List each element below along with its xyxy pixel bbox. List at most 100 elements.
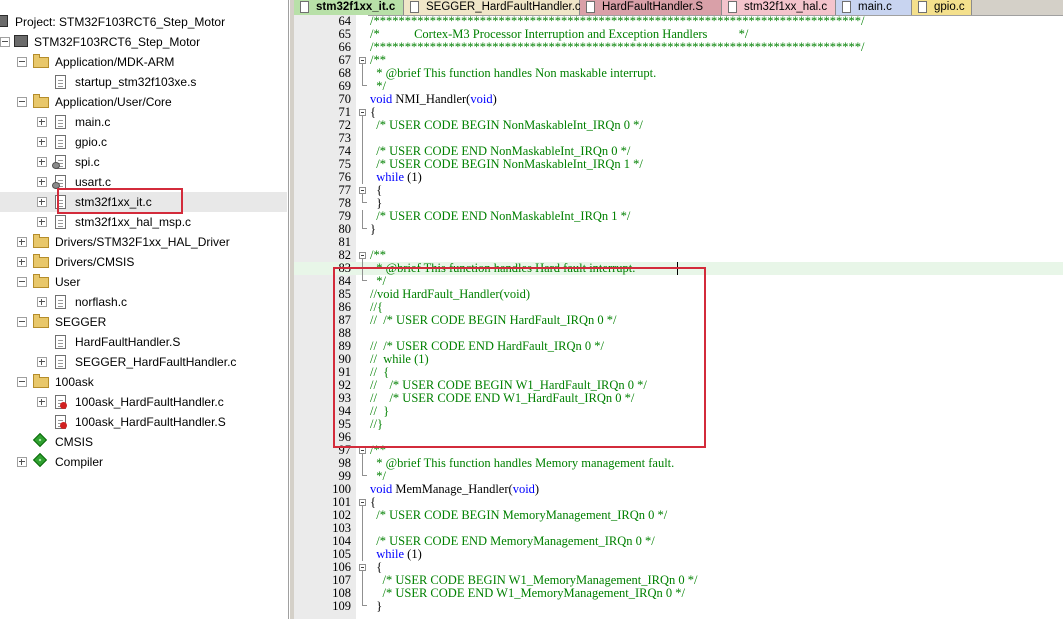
code-comment: //void HardFault_Handler(void) <box>370 287 531 301</box>
fold-collapse-icon[interactable] <box>359 252 366 259</box>
code-line: 87// /* USER CODE BEGIN HardFault_IRQn 0… <box>294 314 1063 327</box>
expand-icon[interactable] <box>37 117 47 127</box>
code-line: 80} <box>294 223 1063 236</box>
expand-icon[interactable] <box>37 217 47 227</box>
expand-icon[interactable] <box>37 137 47 147</box>
editor-tab-bar: stm32f1xx_it.c SEGGER_HardFaultHandler.c H… <box>294 0 1063 16</box>
tree-file-label: stm32f1xx_hal_msp.c <box>75 215 192 229</box>
file-icon <box>55 295 66 309</box>
code-token: } <box>370 222 376 236</box>
code-keyword: void <box>370 92 393 106</box>
code-token: } <box>370 196 383 210</box>
code-area[interactable]: 64/*************************************… <box>294 15 1063 619</box>
tree-group-label: 100ask <box>55 375 94 389</box>
tree-file-label: 100ask_HardFaultHandler.S <box>75 415 226 429</box>
code-comment: /* USER CODE BEGIN MemoryManagement_IRQn… <box>370 508 668 522</box>
code-line: 77 { <box>294 184 1063 197</box>
editor-tab-label: gpio.c <box>934 1 965 13</box>
fold-guide <box>362 574 363 587</box>
code-token: { <box>370 183 383 197</box>
expand-icon[interactable] <box>37 197 47 207</box>
expand-icon[interactable] <box>17 457 27 467</box>
fold-guide <box>362 158 363 171</box>
tree-file-label: stm32f1xx_it.c <box>75 195 152 209</box>
code-token: MemManage_Handler( <box>392 482 513 496</box>
fold-guide <box>362 132 363 145</box>
code-comment: /* USER CODE END NonMaskableInt_IRQn 1 *… <box>370 209 631 223</box>
code-comment: /* USER CODE BEGIN W1_MemoryManagement_I… <box>370 573 698 587</box>
code-editor[interactable]: stm32f1xx_it.c SEGGER_HardFaultHandler.c H… <box>294 0 1063 619</box>
expand-icon[interactable] <box>17 257 27 267</box>
expand-icon[interactable] <box>37 157 47 167</box>
code-line: 100 void MemManage_Handler(void) <box>294 483 1063 496</box>
tree-file-label: norflash.c <box>75 295 128 309</box>
fold-collapse-icon[interactable] <box>359 564 366 571</box>
code-line: 81 <box>294 236 1063 249</box>
code-token: (1) <box>404 170 422 184</box>
fold-collapse-icon[interactable] <box>359 447 366 454</box>
fold-guide <box>362 535 363 548</box>
folder-icon <box>33 374 49 388</box>
fold-collapse-icon[interactable] <box>359 57 366 64</box>
code-token: { <box>370 105 376 119</box>
fold-collapse-icon[interactable] <box>359 499 366 506</box>
code-line: 66/*************************************… <box>294 41 1063 54</box>
code-line: 85//void HardFault_Handler(void) <box>294 288 1063 301</box>
tree-file-label: usart.c <box>75 175 112 189</box>
file-icon <box>586 1 595 13</box>
editor-tab[interactable]: HardFaultHandler.S <box>580 0 722 15</box>
editor-tab-label: main.c <box>858 1 892 13</box>
editor-tab[interactable]: main.c <box>836 0 912 15</box>
collapse-icon[interactable] <box>17 317 27 327</box>
expand-icon[interactable] <box>37 397 47 407</box>
editor-tab[interactable]: SEGGER_HardFaultHandler.c <box>404 0 581 15</box>
code-comment: /* USER CODE END NonMaskableInt_IRQn 0 *… <box>370 144 631 158</box>
code-text: //void HardFault_Handler(void) <box>370 288 530 301</box>
editor-tab[interactable]: stm32f1xx_hal.c <box>722 0 836 15</box>
expand-icon[interactable] <box>37 297 47 307</box>
tree-group-label: Drivers/CMSIS <box>55 255 135 269</box>
file-icon <box>410 1 419 13</box>
code-text: /* USER CODE END W1_MemoryManagement_IRQ… <box>370 586 686 600</box>
code-text: /***************************************… <box>370 41 864 54</box>
code-text: // /* USER CODE END W1_HardFault_IRQn 0 … <box>370 392 634 405</box>
expand-icon[interactable] <box>37 177 47 187</box>
tree-group-label: User <box>55 275 81 289</box>
fold-collapse-icon[interactable] <box>359 187 366 194</box>
code-comment: /* USER CODE BEGIN NonMaskableInt_IRQn 0… <box>370 118 643 132</box>
folder-icon <box>33 234 49 248</box>
expand-icon[interactable] <box>37 357 47 367</box>
tree-file[interactable]: stm32f1xx_it.c <box>0 192 287 212</box>
editor-tab-label: stm32f1xx_it.c <box>316 1 396 13</box>
fold-end-guide <box>362 223 367 229</box>
editor-tab[interactable]: gpio.c <box>912 0 972 15</box>
collapse-icon[interactable] <box>17 377 27 387</box>
fold-guide <box>362 587 363 600</box>
collapse-icon[interactable] <box>17 277 27 287</box>
fold-collapse-icon[interactable] <box>359 109 366 116</box>
expand-icon[interactable] <box>17 237 27 247</box>
tree-file-label: 100ask_HardFaultHandler.c <box>75 395 224 409</box>
project-panel: Project: STM32F103RCT6_Step_Motor STM32F… <box>0 0 289 619</box>
collapse-icon[interactable] <box>0 37 10 47</box>
code-comment: //} <box>370 417 383 431</box>
code-token: (1) <box>404 547 422 561</box>
code-comment: // /* USER CODE BEGIN W1_HardFault_IRQn … <box>370 378 647 392</box>
collapse-icon[interactable] <box>17 97 27 107</box>
target-label: STM32F103RCT6_Step_Motor <box>34 35 201 49</box>
fold-guide <box>362 119 363 132</box>
code-comment: /* USER CODE END MemoryManagement_IRQn 0… <box>370 534 655 548</box>
target-icon <box>14 35 28 47</box>
editor-tab[interactable]: stm32f1xx_it.c <box>294 0 404 15</box>
code-comment: /* USER CODE BEGIN NonMaskableInt_IRQn 1… <box>370 157 643 171</box>
code-line: 70 void NMI_Handler(void) <box>294 93 1063 106</box>
collapse-icon[interactable] <box>17 57 27 67</box>
code-comment: */ <box>370 469 386 483</box>
code-comment: /* USER CODE END W1_MemoryManagement_IRQ… <box>370 586 686 600</box>
code-text: // /* USER CODE BEGIN HardFault_IRQn 0 *… <box>370 314 617 327</box>
code-comment: //{ <box>370 300 383 314</box>
component-icon <box>32 452 48 468</box>
code-text: void NMI_Handler(void) <box>370 93 497 106</box>
fold-end-guide <box>362 275 367 281</box>
code-keyword: void <box>512 482 535 496</box>
